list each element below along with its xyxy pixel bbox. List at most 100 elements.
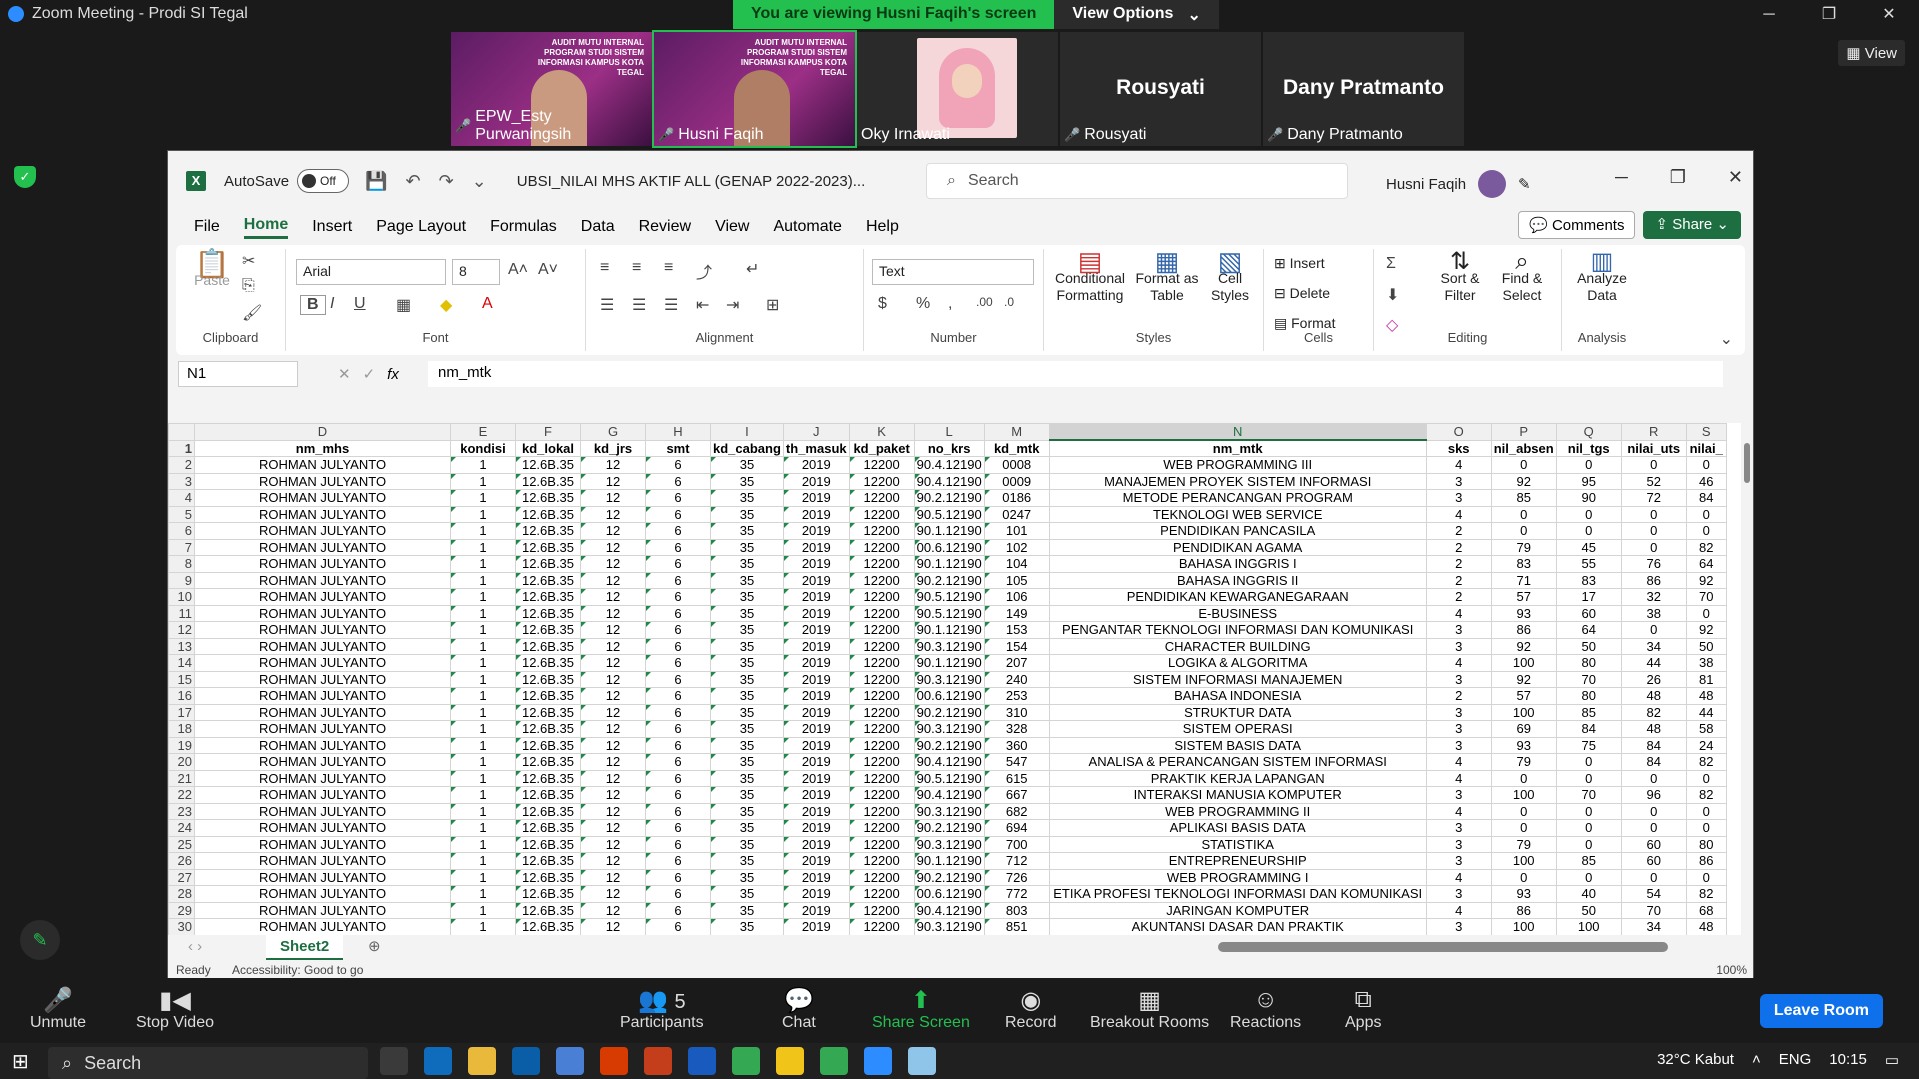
close-icon[interactable]: ✕ bbox=[1728, 167, 1743, 188]
column-header[interactable]: L bbox=[913, 423, 985, 441]
cell-kd-paket[interactable]: 12200 bbox=[848, 588, 915, 606]
cell-kd-paket[interactable]: 12200 bbox=[848, 703, 915, 721]
cell-nil-absen[interactable]: 92 bbox=[1490, 472, 1557, 490]
cell-kondisi[interactable]: 1 bbox=[450, 852, 516, 870]
cell-kd-mtk[interactable]: 105 bbox=[983, 571, 1050, 589]
cell-kd-cabang[interactable]: 35 bbox=[710, 736, 784, 754]
orientation-icon[interactable]: ⤴ bbox=[696, 259, 712, 283]
cell-smt[interactable]: 6 bbox=[645, 901, 711, 919]
cell-kondisi[interactable]: 1 bbox=[450, 868, 516, 886]
cell-nil-tgs[interactable]: 75 bbox=[1555, 736, 1622, 754]
cell-nil-absen[interactable]: 85 bbox=[1490, 489, 1557, 507]
zoom-level[interactable]: 100% bbox=[1716, 963, 1747, 977]
cell-nilai-uas[interactable]: 0 bbox=[1685, 604, 1727, 622]
cell-kd-mtk[interactable]: 772 bbox=[983, 885, 1050, 903]
cell-kd-cabang[interactable]: 35 bbox=[710, 852, 784, 870]
cell-nil-tgs[interactable]: 95 bbox=[1555, 472, 1622, 490]
cell-kd-paket[interactable]: 12200 bbox=[848, 654, 915, 672]
cell-kd-mtk[interactable]: 310 bbox=[983, 703, 1050, 721]
cell-sks[interactable]: 4 bbox=[1425, 769, 1492, 787]
cell-nm-mtk[interactable]: ANALISA & PERANCANGAN SISTEM INFORMASI bbox=[1048, 753, 1427, 771]
cell-kd-cabang[interactable]: 35 bbox=[710, 885, 784, 903]
cell-th-masuk[interactable]: 2019 bbox=[782, 819, 850, 837]
cell-nm-mtk[interactable]: ETIKA PROFESI TEKNOLOGI INFORMASI DAN KO… bbox=[1048, 885, 1427, 903]
close-icon[interactable]: ✕ bbox=[1859, 0, 1919, 29]
cell-nilai-uts[interactable]: 26 bbox=[1620, 670, 1687, 688]
cell-nil-tgs[interactable]: 45 bbox=[1555, 538, 1622, 556]
cell-kd-cabang[interactable]: 35 bbox=[710, 703, 784, 721]
cell-nilai-uas[interactable]: 70 bbox=[1685, 588, 1727, 606]
clock[interactable]: 10:15 bbox=[1829, 1051, 1867, 1069]
cell-nm-mhs[interactable]: ROHMAN JULYANTO bbox=[194, 670, 451, 688]
cell-sks[interactable]: 3 bbox=[1425, 621, 1492, 639]
delete-cells-button[interactable]: ⊟ Delete bbox=[1274, 285, 1330, 302]
cell-th-masuk[interactable]: 2019 bbox=[782, 753, 850, 771]
cell-th-masuk[interactable]: 2019 bbox=[782, 654, 850, 672]
cell-no-krs[interactable]: 90.2.12190 bbox=[913, 489, 985, 507]
breakout-rooms-button[interactable]: ▦ Breakout Rooms bbox=[1090, 986, 1209, 1032]
cell-no-krs[interactable]: 90.5.12190 bbox=[913, 604, 985, 622]
cell-nilai-uts[interactable]: 0 bbox=[1620, 769, 1687, 787]
cell-nil-tgs[interactable]: 0 bbox=[1555, 505, 1622, 523]
cell-nil-tgs[interactable]: 0 bbox=[1555, 868, 1622, 886]
cell-nil-absen[interactable]: 69 bbox=[1490, 720, 1557, 738]
cell-sks[interactable]: 3 bbox=[1425, 852, 1492, 870]
name-box[interactable]: N1 bbox=[178, 361, 298, 387]
zoom-icon[interactable] bbox=[864, 1047, 892, 1075]
header-cell[interactable]: nm_mhs bbox=[194, 439, 451, 457]
cell-nil-tgs[interactable]: 0 bbox=[1555, 522, 1622, 540]
column-header[interactable]: F bbox=[515, 423, 581, 441]
cell-nm-mhs[interactable]: ROHMAN JULYANTO bbox=[194, 835, 451, 853]
horizontal-scrollbar[interactable] bbox=[1218, 942, 1668, 952]
cell-kd-paket[interactable]: 12200 bbox=[848, 670, 915, 688]
cell-sks[interactable]: 2 bbox=[1425, 555, 1492, 573]
cell-sks[interactable]: 3 bbox=[1425, 472, 1492, 490]
cell-kondisi[interactable]: 1 bbox=[450, 621, 516, 639]
column-header[interactable]: S bbox=[1685, 423, 1727, 441]
cell-no-krs[interactable]: 90.3.12190 bbox=[913, 835, 985, 853]
header-cell[interactable]: kd_cabang bbox=[710, 439, 784, 457]
cell-kd-paket[interactable]: 12200 bbox=[848, 571, 915, 589]
cell-kd-jrs[interactable]: 12 bbox=[580, 654, 646, 672]
cell-sks[interactable]: 3 bbox=[1425, 703, 1492, 721]
cell-kd-mtk[interactable]: 700 bbox=[983, 835, 1050, 853]
cell-nil-tgs[interactable]: 70 bbox=[1555, 670, 1622, 688]
cell-sks[interactable]: 3 bbox=[1425, 670, 1492, 688]
cell-th-masuk[interactable]: 2019 bbox=[782, 670, 850, 688]
cell-smt[interactable]: 6 bbox=[645, 472, 711, 490]
cell-kd-cabang[interactable]: 35 bbox=[710, 901, 784, 919]
cell-nm-mhs[interactable]: ROHMAN JULYANTO bbox=[194, 918, 451, 935]
align-center-icon[interactable]: ☰ bbox=[632, 295, 646, 315]
column-header[interactable]: I bbox=[710, 423, 784, 441]
cell-th-masuk[interactable]: 2019 bbox=[782, 637, 850, 655]
cell-kd-paket[interactable]: 12200 bbox=[848, 918, 915, 935]
cell-kd-cabang[interactable]: 35 bbox=[710, 621, 784, 639]
cell-nilai-uas[interactable]: 81 bbox=[1685, 670, 1727, 688]
cell-nilai-uas[interactable]: 46 bbox=[1685, 472, 1727, 490]
cell-sks[interactable]: 4 bbox=[1425, 753, 1492, 771]
share-button[interactable]: ⇪ Share ⌄ bbox=[1643, 211, 1741, 239]
cell-kd-mtk[interactable]: 694 bbox=[983, 819, 1050, 837]
cell-nm-mtk[interactable]: SISTEM BASIS DATA bbox=[1048, 736, 1427, 754]
header-cell[interactable]: sks bbox=[1425, 439, 1492, 457]
cell-kd-lokal[interactable]: 12.6B.35 bbox=[515, 670, 581, 688]
cell-nilai-uts[interactable]: 48 bbox=[1620, 687, 1687, 705]
row-header[interactable]: 21 bbox=[168, 769, 195, 787]
cell-kondisi[interactable]: 1 bbox=[450, 489, 516, 507]
cell-kd-cabang[interactable]: 35 bbox=[710, 918, 784, 935]
cell-smt[interactable]: 6 bbox=[645, 802, 711, 820]
cell-kd-jrs[interactable]: 12 bbox=[580, 918, 646, 935]
cell-th-masuk[interactable]: 2019 bbox=[782, 555, 850, 573]
cell-smt[interactable]: 6 bbox=[645, 918, 711, 935]
task-view-icon[interactable] bbox=[380, 1047, 408, 1075]
cell-nm-mhs[interactable]: ROHMAN JULYANTO bbox=[194, 802, 451, 820]
corner-cell[interactable] bbox=[168, 423, 195, 441]
cell-sks[interactable]: 2 bbox=[1425, 571, 1492, 589]
cell-kd-lokal[interactable]: 12.6B.35 bbox=[515, 538, 581, 556]
row-header[interactable]: 29 bbox=[168, 901, 195, 919]
cell-kondisi[interactable]: 1 bbox=[450, 456, 516, 474]
align-middle-icon[interactable]: ≡ bbox=[632, 259, 641, 277]
cell-kd-jrs[interactable]: 12 bbox=[580, 802, 646, 820]
cell-sks[interactable]: 3 bbox=[1425, 489, 1492, 507]
cell-smt[interactable]: 6 bbox=[645, 687, 711, 705]
